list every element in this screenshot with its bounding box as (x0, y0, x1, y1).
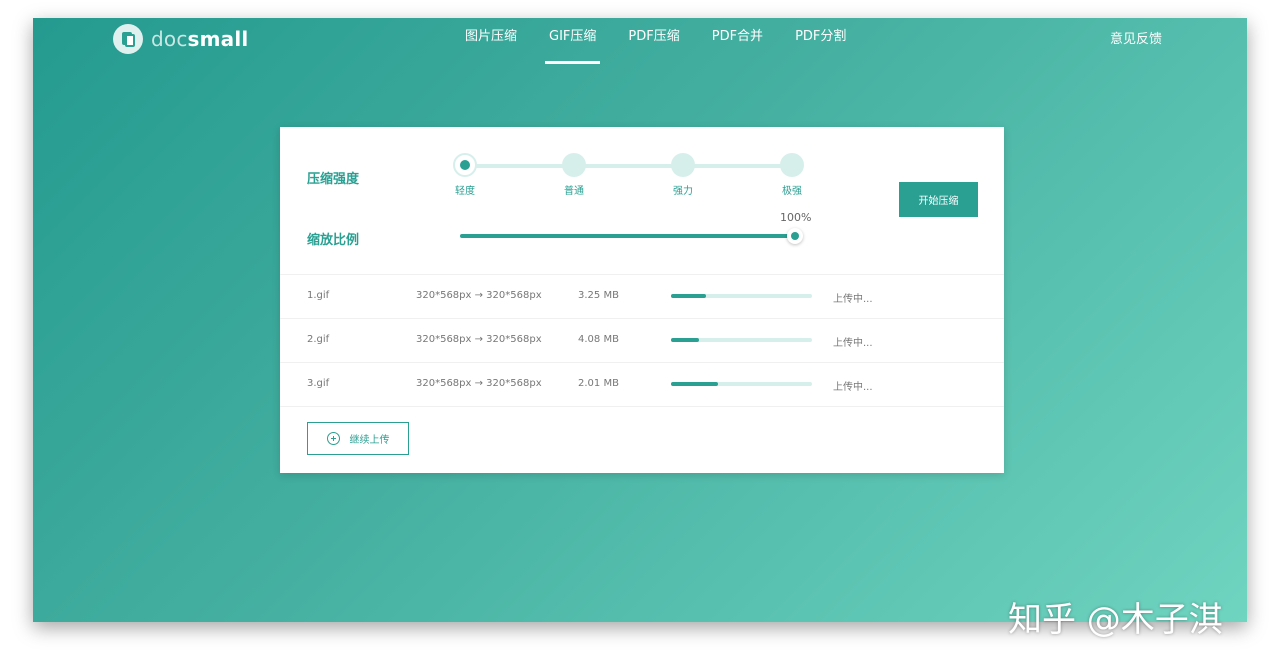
logo-icon (113, 24, 143, 54)
scale-value: 100% (780, 211, 812, 224)
logo[interactable]: docsmall (113, 24, 248, 54)
file-size: 4.08 MB (578, 334, 619, 345)
file-name: 1.gif (307, 290, 330, 301)
file-dimensions: 320*568px → 320*568px (416, 290, 542, 301)
level-light-label: 轻度 (455, 186, 475, 197)
upload-progress-bar (671, 338, 812, 342)
file-size: 3.25 MB (578, 290, 619, 301)
upload-progress-fill (671, 294, 707, 298)
plus-circle-icon (326, 432, 340, 445)
continue-upload-label: 继续上传 (349, 435, 390, 446)
file-dimensions: 320*568px → 320*568px (416, 378, 542, 389)
level-strong-label: 强力 (673, 186, 693, 197)
file-list: 1.gif 320*568px → 320*568px 3.25 MB 上传中.… (280, 274, 1004, 407)
nav-pdf-split[interactable]: PDF分割 (783, 18, 858, 64)
level-strong[interactable]: 强力 (670, 153, 696, 197)
top-nav: 图片压缩 GIF压缩 PDF压缩 PDF合并 PDF分割 (453, 18, 866, 66)
level-extreme-dot (780, 153, 804, 177)
level-normal-dot (562, 153, 586, 177)
level-light-dot (453, 153, 477, 177)
level-normal-label: 普通 (564, 186, 584, 197)
scale-slider-track[interactable] (460, 234, 790, 238)
app-window: docsmall 图片压缩 GIF压缩 PDF压缩 PDF合并 PDF分割 意见… (33, 18, 1247, 622)
upload-status: 上传中... (833, 338, 873, 349)
level-track (462, 164, 790, 168)
upload-status: 上传中... (833, 382, 873, 393)
file-row: 2.gif 320*568px → 320*568px 4.08 MB 上传中.… (280, 318, 1004, 362)
file-size: 2.01 MB (578, 378, 619, 389)
logo-text: docsmall (151, 27, 248, 51)
nav-image-compress[interactable]: 图片压缩 (453, 18, 529, 64)
feedback-link[interactable]: 意见反馈 (1110, 28, 1162, 47)
upload-progress-bar (671, 294, 812, 298)
nav-pdf-merge[interactable]: PDF合并 (700, 18, 775, 64)
logo-prefix: doc (151, 27, 188, 51)
scale-slider-thumb[interactable] (787, 228, 803, 244)
file-row: 1.gif 320*568px → 320*568px 3.25 MB 上传中.… (280, 274, 1004, 318)
level-normal[interactable]: 普通 (561, 153, 587, 197)
upload-progress-fill (671, 338, 700, 342)
compression-level-label: 压缩强度 (307, 172, 360, 187)
upload-progress-fill (671, 382, 718, 386)
file-name: 3.gif (307, 378, 330, 389)
level-extreme[interactable]: 极强 (779, 153, 805, 197)
scale-label: 缩放比例 (307, 233, 360, 248)
nav-gif-compress[interactable]: GIF压缩 (537, 18, 608, 64)
file-row: 3.gif 320*568px → 320*568px 2.01 MB 上传中.… (280, 362, 1004, 407)
continue-upload-button[interactable]: 继续上传 (307, 422, 409, 455)
logo-suffix: small (187, 27, 249, 51)
watermark: 知乎 @木子淇 (1008, 600, 1223, 640)
level-extreme-label: 极强 (782, 186, 802, 197)
file-name: 2.gif (307, 334, 330, 345)
level-strong-dot (671, 153, 695, 177)
level-light[interactable]: 轻度 (452, 153, 478, 197)
file-dimensions: 320*568px → 320*568px (416, 334, 542, 345)
compress-panel: 压缩强度 轻度 普通 强力 极强 缩放比例 100% 开始压缩 1.gif 32… (280, 127, 1004, 473)
start-compress-button[interactable]: 开始压缩 (899, 182, 978, 217)
upload-status: 上传中... (833, 294, 873, 305)
upload-progress-bar (671, 382, 812, 386)
nav-pdf-compress[interactable]: PDF压缩 (616, 18, 691, 64)
